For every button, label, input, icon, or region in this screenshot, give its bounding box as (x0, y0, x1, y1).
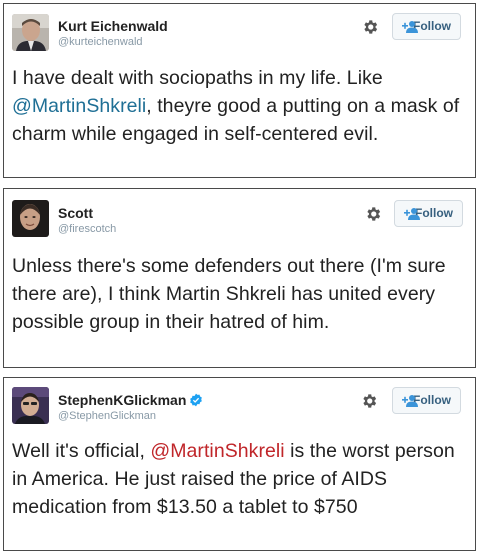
tweet-text: I have dealt with sociopaths in my life.… (12, 64, 471, 148)
tweet-card: Scott @firescotch Follow Unless there's … (3, 188, 476, 368)
follow-button[interactable]: Follow (394, 200, 463, 227)
mention-link[interactable]: @MartinShkreli (12, 95, 146, 117)
tweet-text-part: Well it's official, (12, 440, 151, 462)
follow-button[interactable]: Follow (392, 13, 461, 40)
display-name[interactable]: Kurt Eichenwald (58, 18, 168, 34)
follow-person-icon (402, 21, 418, 33)
follow-label: Follow (413, 19, 451, 33)
follow-label: Follow (415, 206, 453, 220)
mention-link[interactable]: @MartinShkreli (150, 440, 284, 462)
tweet-text: Unless there's some defenders out there … (12, 255, 446, 333)
follow-button[interactable]: Follow (392, 387, 461, 414)
display-name[interactable]: Scott (58, 205, 93, 221)
verified-badge-icon (190, 393, 203, 407)
gear-icon[interactable] (361, 18, 379, 36)
display-name[interactable]: StephenKGlickman (58, 392, 203, 408)
tweet-text: Well it's official, @MartinShkreli is th… (12, 437, 471, 521)
tweet-card: StephenKGlickman @StephenGlickman Follow… (3, 377, 476, 551)
username[interactable]: @firescotch (58, 223, 116, 236)
username[interactable]: @StephenGlickman (58, 410, 156, 423)
follow-person-icon (402, 395, 418, 407)
tweet-card: Kurt Eichenwald @kurteichenwald Follow I… (3, 3, 476, 178)
avatar[interactable] (12, 200, 49, 237)
display-name-text: StephenKGlickman (58, 392, 187, 408)
gear-icon[interactable] (360, 392, 378, 410)
avatar[interactable] (12, 387, 49, 424)
username[interactable]: @kurteichenwald (58, 36, 143, 49)
gear-icon[interactable] (364, 205, 382, 223)
tweet-text-part: I have dealt with sociopaths in my life.… (12, 67, 383, 89)
follow-label: Follow (413, 393, 451, 407)
follow-person-icon (404, 208, 420, 220)
avatar[interactable] (12, 14, 49, 51)
